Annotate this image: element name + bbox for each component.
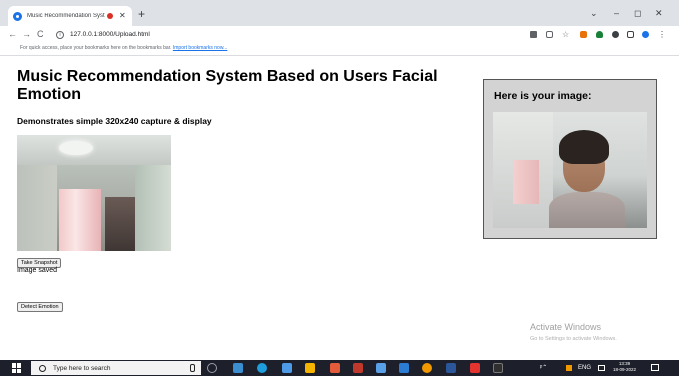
tray-chevron-icon[interactable]: ᵖ⌃ [540, 364, 547, 372]
browser-tab-strip: Music Recommendation Syst ✕ + ⌄ – ◻ ✕ [0, 0, 679, 26]
minimize-button[interactable]: – [614, 8, 619, 18]
webcam-right-wall [135, 165, 171, 251]
notification-icon[interactable] [651, 364, 659, 371]
profile-avatar[interactable] [642, 31, 649, 38]
chrome-icon[interactable] [422, 363, 432, 373]
browser-tab[interactable]: Music Recommendation Syst ✕ [8, 6, 132, 26]
page-title: Music Recommendation System Based on Use… [17, 68, 438, 103]
captured-snapshot [493, 112, 647, 228]
taskbar-app-icon[interactable] [330, 363, 340, 373]
webcam-live-view [17, 135, 171, 251]
status-text: Image saved [17, 267, 58, 274]
extension-metamask-icon[interactable] [580, 31, 587, 38]
webcam-ceiling [17, 135, 171, 165]
detect-emotion-button[interactable]: Detect Emotion [17, 302, 63, 312]
webcam-left-wall [17, 165, 57, 251]
close-window-button[interactable]: ✕ [655, 8, 663, 18]
taskbar-app-icon[interactable] [233, 363, 243, 373]
result-panel: Here is your image: [483, 79, 657, 239]
search-icon [39, 364, 46, 372]
info-icon[interactable]: i [56, 30, 64, 39]
webcam-ceiling-light [59, 141, 93, 155]
taskbar-clock[interactable]: 13:39 18-09-2022 [613, 361, 636, 373]
taskbar-app-icon[interactable] [353, 363, 363, 373]
terminal-icon[interactable] [493, 363, 503, 373]
forward-button[interactable]: → [22, 29, 31, 40]
activate-windows-title: Activate Windows [530, 322, 602, 332]
network-icon[interactable] [598, 365, 605, 371]
new-tab-button[interactable]: + [138, 8, 145, 20]
tray-app-icon[interactable] [566, 365, 572, 371]
tab-title: Music Recommendation Syst [27, 13, 105, 19]
taskbar-search[interactable]: Type here to search [31, 361, 201, 375]
search-placeholder: Type here to search [53, 364, 111, 372]
recording-dot-icon [107, 13, 113, 19]
webcam-door [105, 197, 135, 251]
camera-icon[interactable] [530, 31, 537, 38]
bookmarks-bar: For quick access, place your bookmarks h… [0, 43, 679, 56]
reload-button[interactable]: C [37, 29, 44, 40]
taskbar-app-icon[interactable] [470, 363, 480, 373]
snapshot-hair [559, 130, 609, 164]
sidepanel-icon[interactable] [627, 31, 634, 38]
word-icon[interactable] [446, 363, 456, 373]
tab-search-icon[interactable]: ⌄ [590, 8, 598, 18]
star-icon[interactable]: ☆ [562, 31, 569, 39]
clock-date: 18-09-2022 [613, 367, 637, 372]
language-indicator[interactable]: ENG [578, 364, 591, 372]
favicon-icon [13, 11, 22, 21]
bookmarks-prompt-text: For quick access, place your bookmarks h… [20, 45, 172, 51]
back-button[interactable]: ← [8, 29, 17, 40]
address-bar[interactable]: i 127.0.0.1:8000/Upload.html [56, 28, 516, 41]
task-view-icon[interactable] [207, 363, 217, 373]
menu-dots-icon[interactable]: ⋮ [658, 31, 666, 39]
extension-icon[interactable] [612, 31, 619, 38]
snapshot-curtain [513, 160, 539, 204]
page-subtitle: Demonstrates simple 320x240 capture & di… [17, 116, 212, 126]
import-bookmarks-link[interactable]: Import bookmarks now... [173, 45, 227, 51]
edge-icon[interactable] [257, 363, 267, 373]
result-heading: Here is your image: [494, 90, 592, 102]
activate-windows-subtitle: Go to Settings to activate Windows. [530, 336, 617, 342]
share-icon[interactable] [546, 31, 553, 38]
file-explorer-icon[interactable] [305, 363, 315, 373]
microphone-icon[interactable] [190, 364, 195, 372]
url-text[interactable]: 127.0.0.1:8000/Upload.html [70, 31, 150, 38]
bookmarks-prompt: For quick access, place your bookmarks h… [20, 45, 227, 51]
taskbar-app-icon[interactable] [399, 363, 409, 373]
extension-shield-icon[interactable] [596, 31, 603, 38]
maximize-button[interactable]: ◻ [634, 8, 641, 18]
taskbar-app-icon[interactable] [282, 363, 292, 373]
taskbar-app-icon[interactable] [376, 363, 386, 373]
tab-close-icon[interactable]: ✕ [119, 12, 126, 20]
webcam-window [59, 189, 101, 251]
snapshot-shirt [549, 192, 625, 228]
windows-start-icon[interactable] [12, 363, 22, 373]
